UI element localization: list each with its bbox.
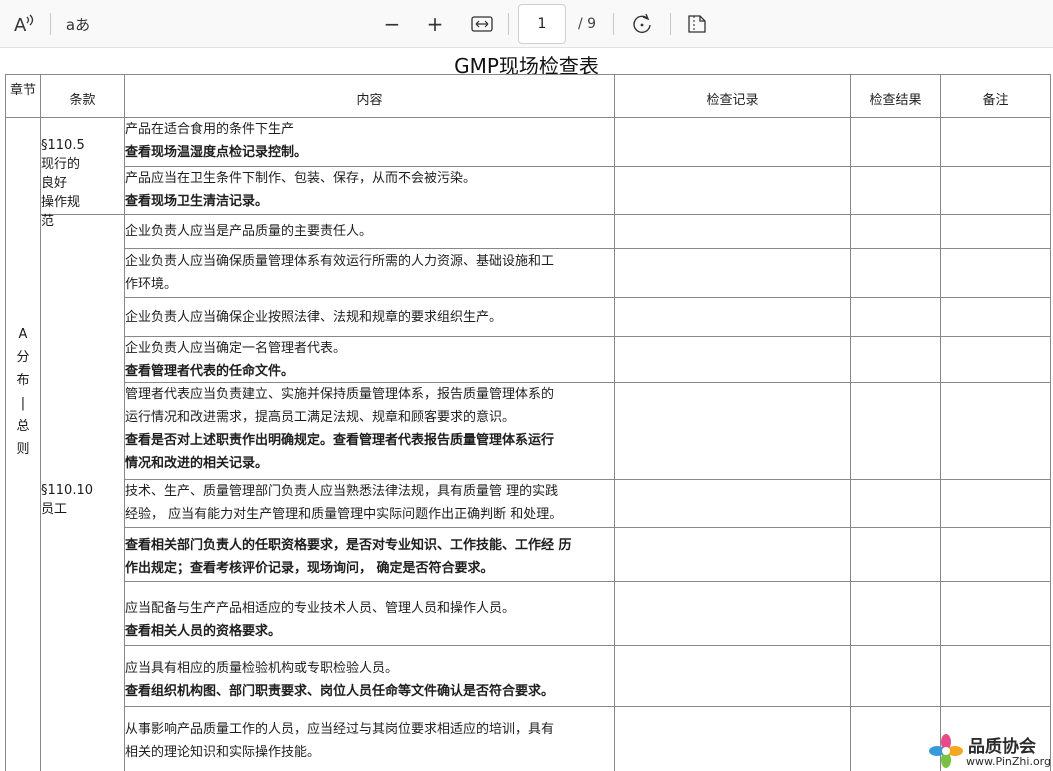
table-row: 产品在适合食用的条件下生产 查看现场温湿度点检记录控制。 <box>125 118 613 164</box>
header-remark: 备注 <box>982 93 1009 108</box>
row-check-text: 查看现场温湿度点检记录控制。 <box>125 145 308 160</box>
row-check-text: 作出规定；查看考核评价记录，现场询问， 确定是否符合要求。 <box>125 561 494 576</box>
row-text: 企业负责人应当确定一名管理者代表。 <box>125 341 347 356</box>
row-text: 从事影响产品质量工作的人员，应当经过与其岗位要求相适应的培训，具有 <box>125 722 555 737</box>
table-line <box>940 74 941 771</box>
table-row: 企业负责人应当确保企业按照法律、法规和规章的要求组织生产。 <box>125 306 613 329</box>
row-text: 企业负责人应当确保企业按照法律、法规和规章的要求组织生产。 <box>125 310 503 325</box>
zoom-in-button[interactable]: + <box>421 9 449 39</box>
page-view-button[interactable] <box>681 9 713 39</box>
toolbar-divider <box>508 13 509 35</box>
chapter-char: A <box>18 327 28 342</box>
table-row: 企业负责人应当确保质量管理体系有效运行所需的人力资源、基础设施和工 作环境。 <box>125 250 613 296</box>
table-row: 应当具有相应的质量检验机构或专职检验人员。 查看组织机构图、部门职责要求、岗位人… <box>125 657 613 703</box>
clause-110-5: §110.5 现行的良好 操作规范 <box>41 136 85 231</box>
row-text: 相关的理论知识和实际操作技能。 <box>125 745 321 760</box>
row-check-text: 查看是否对上述职责作出明确规定。查看管理者代表报告质量管理体系运行 <box>125 433 555 448</box>
clause-110-10: §110.10员工 <box>41 483 93 517</box>
zoom-in-icon: + <box>426 12 444 36</box>
rotate-icon <box>633 13 651 34</box>
row-check-text: 查看现场卫生清洁记录。 <box>125 194 269 209</box>
row-text: 产品应当在卫生条件下制作、包装、保存，从而不会被污染。 <box>125 171 477 186</box>
clause-line: 现行的良好 <box>41 157 81 191</box>
table-line <box>1050 74 1051 771</box>
chapter-char: 布 <box>16 373 30 388</box>
header-chapter: 章节 <box>9 83 36 98</box>
chapter-label: A 分 布 | 总 则 <box>6 323 40 461</box>
row-check-text: 查看管理者代表的任命文件。 <box>125 364 295 379</box>
row-check-text: 查看相关部门负责人的任职资格要求，是否对专业知识、工作技能、工作经 历 <box>125 538 572 553</box>
table-line <box>5 74 1051 75</box>
table-line <box>850 74 851 771</box>
table-line <box>124 581 1050 582</box>
header-record: 检查记录 <box>706 93 759 108</box>
fit-width-icon <box>471 16 493 32</box>
row-text: 经验， 应当有能力对生产管理和质量管理中实际问题作出正确判断 和处理。 <box>125 507 563 522</box>
watermark-logo: 品质协会 www.PinZhi.org <box>928 733 1051 769</box>
table-row: 企业负责人应当是产品质量的主要责任人。 <box>125 220 613 243</box>
row-text: 技术、生产、质量管理部门负责人应当熟悉法律法规，具有质量管 理的实践 <box>125 484 559 499</box>
clause-line: 操作规范 <box>41 195 81 229</box>
header-result: 检查结果 <box>869 93 922 108</box>
table-row: 企业负责人应当确定一名管理者代表。 查看管理者代表的任命文件。 <box>125 337 613 383</box>
row-text: 应当配备与生产产品相适应的专业技术人员、管理人员和操作人员。 <box>125 601 516 616</box>
table-line <box>124 214 1050 215</box>
page-number-input[interactable] <box>518 4 566 44</box>
table-row: 从事影响产品质量工作的人员，应当经过与其岗位要求相适应的培训，具有 相关的理论知… <box>125 718 613 764</box>
page-total-label: / 9 <box>578 16 597 32</box>
table-row: 技术、生产、质量管理部门负责人应当熟悉法律法规，具有质量管 理的实践 经验， 应… <box>125 480 613 526</box>
row-text: 产品在适合食用的条件下生产 <box>125 122 295 137</box>
chapter-char: 分 <box>16 350 30 365</box>
row-text: 运行情况和改进需求，提高员工满足法规、规章和顾客要求的意识。 <box>125 410 516 425</box>
table-line <box>124 527 1050 528</box>
text-options-icon: aあ <box>65 15 91 34</box>
rotate-button[interactable] <box>626 9 658 39</box>
flower-logo-icon <box>929 734 963 768</box>
chapter-char: 总 <box>16 419 30 434</box>
read-aloud-icon: A <box>14 14 34 35</box>
table-line <box>614 74 615 771</box>
row-text: 企业负责人应当确保质量管理体系有效运行所需的人力资源、基础设施和工 <box>125 254 555 269</box>
table-row: 应当配备与生产产品相适应的专业技术人员、管理人员和操作人员。 查看相关人员的资格… <box>125 597 613 643</box>
table-row: 产品应当在卫生条件下制作、包装、保存，从而不会被污染。 查看现场卫生清洁记录。 <box>125 167 613 213</box>
table-row: 查看相关部门负责人的任职资格要求，是否对专业知识、工作技能、工作经 历 作出规定… <box>125 534 613 580</box>
chapter-char: 则 <box>16 442 30 457</box>
row-check-text: 查看组织机构图、部门职责要求、岗位人员任命等文件确认是否符合要求。 <box>125 684 555 699</box>
toolbar-divider <box>613 13 614 35</box>
table-line <box>124 645 1050 646</box>
row-text: 应当具有相应的质量检验机构或专职检验人员。 <box>125 661 399 676</box>
row-text: 管理者代表应当负责建立、实施并保持质量管理体系，报告质量管理体系的 <box>125 387 555 402</box>
row-check-text: 情况和改进的相关记录。 <box>125 456 269 471</box>
watermark-url: www.PinZhi.org <box>966 755 1051 768</box>
reader-toolbar: A aあ − + / 9 <box>0 0 1053 48</box>
fit-to-width-button[interactable] <box>466 9 498 39</box>
text-options-button[interactable]: aあ <box>60 9 96 39</box>
header-clause: 条款 <box>69 93 96 108</box>
row-text: 企业负责人应当是产品质量的主要责任人。 <box>125 224 373 239</box>
table-line <box>124 297 1050 298</box>
page-view-icon <box>688 15 706 33</box>
chapter-char: | <box>20 396 26 411</box>
svg-text:A: A <box>14 15 27 35</box>
table-line <box>124 706 1050 707</box>
toolbar-divider <box>50 13 51 35</box>
clause-line: §110.5 <box>41 138 85 153</box>
zoom-out-icon: − <box>383 12 401 36</box>
zoom-out-button[interactable]: − <box>378 9 406 39</box>
header-content: 内容 <box>356 93 383 108</box>
row-text: 作环境。 <box>125 277 178 292</box>
watermark-name: 品质协会 <box>968 737 1036 757</box>
table-line <box>124 248 1050 249</box>
toolbar-divider <box>670 13 671 35</box>
read-aloud-button[interactable]: A <box>8 9 40 39</box>
table-row: 管理者代表应当负责建立、实施并保持质量管理体系，报告质量管理体系的 运行情况和改… <box>125 383 613 475</box>
row-check-text: 查看相关人员的资格要求。 <box>125 624 282 639</box>
